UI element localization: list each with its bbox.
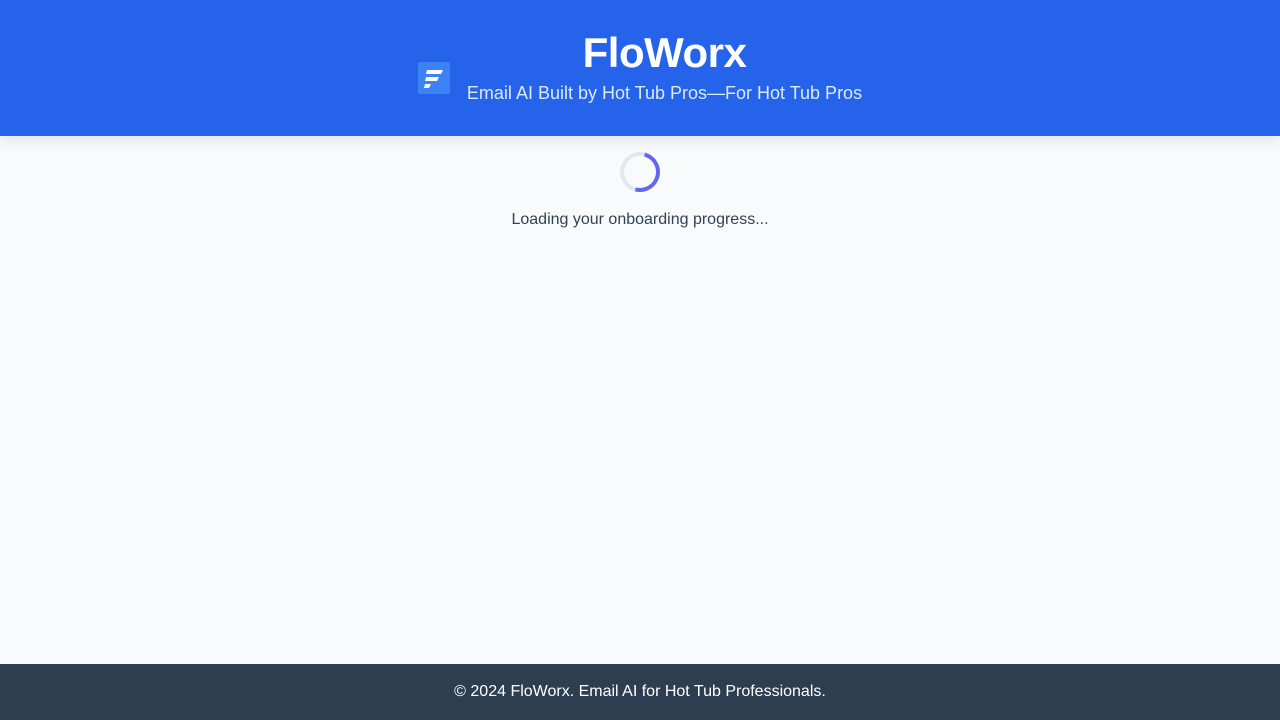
footer-text: © 2024 FloWorx. Email AI for Hot Tub Pro…: [454, 683, 826, 700]
floworx-logo-icon: [417, 62, 450, 95]
loading-spinner-icon: [612, 144, 668, 200]
brand: FloWorx Email AI Built by Hot Tub Pros—F…: [417, 30, 862, 106]
main-content: Loading your onboarding progress...: [0, 136, 1280, 664]
app-header: FloWorx Email AI Built by Hot Tub Pros—F…: [0, 0, 1280, 136]
brand-text: FloWorx Email AI Built by Hot Tub Pros—F…: [467, 30, 862, 106]
loading-text: Loading your onboarding progress...: [511, 211, 769, 228]
app-title: FloWorx: [582, 29, 747, 77]
page: FloWorx Email AI Built by Hot Tub Pros—F…: [0, 0, 1280, 720]
app-footer: © 2024 FloWorx. Email AI for Hot Tub Pro…: [0, 664, 1280, 720]
app-tagline: Email AI Built by Hot Tub Pros—For Hot T…: [466, 83, 863, 104]
